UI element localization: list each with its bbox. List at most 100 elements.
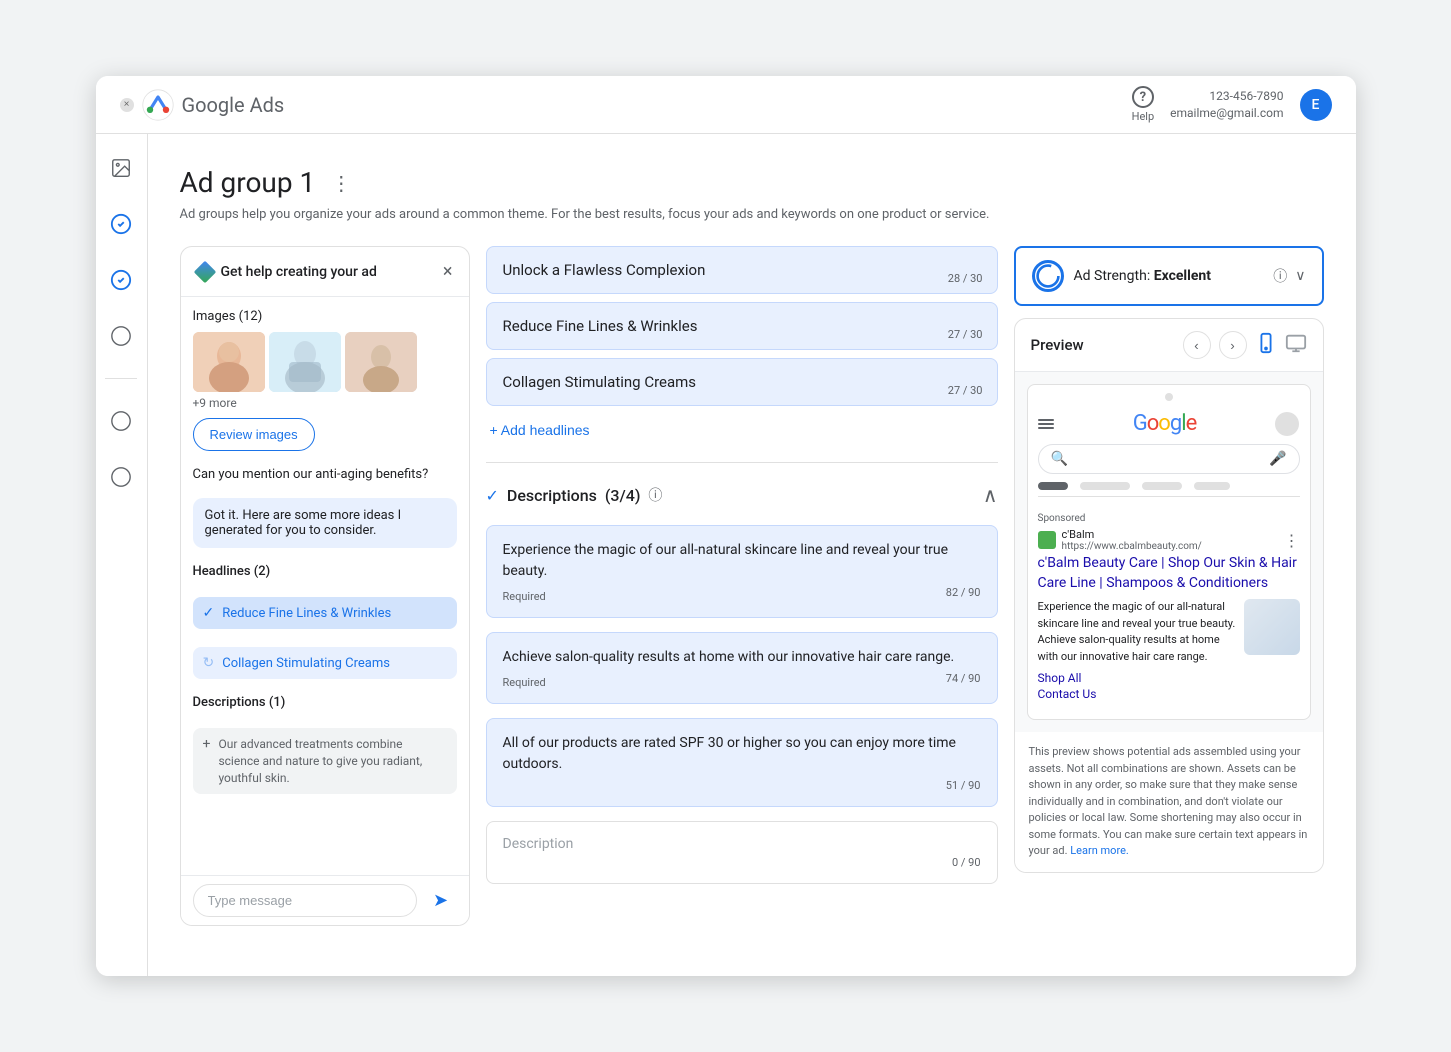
account-email: emailme@gmail.com bbox=[1170, 105, 1283, 122]
collapse-icon[interactable]: ∧ bbox=[983, 483, 998, 507]
ad-body-text: Experience the magic of our all-natural … bbox=[1038, 599, 1236, 665]
add-headline-button[interactable]: + Add headlines bbox=[486, 414, 998, 446]
descriptions-check-icon: ✓ bbox=[486, 486, 499, 505]
phone-frame: Google 🔍 🎤 bbox=[1027, 384, 1311, 720]
strength-value: Excellent bbox=[1154, 268, 1211, 284]
ad-thumbnail bbox=[1244, 599, 1300, 655]
desktop-device-icon[interactable] bbox=[1285, 332, 1307, 358]
three-column-layout: Get help creating your ad × Images (12) bbox=[180, 246, 1324, 976]
header-right: ? Help 123-456-7890 emailme@gmail.com E bbox=[1132, 86, 1332, 123]
preview-note-text: This preview shows potential ads assembl… bbox=[1029, 745, 1308, 857]
image-thumb-2 bbox=[269, 332, 341, 392]
account-phone: 123-456-7890 bbox=[1170, 88, 1283, 105]
ai-panel-header: Get help creating your ad × bbox=[181, 247, 469, 297]
middle-panel: Unlock a Flawless Complexion 28 / 30 Red… bbox=[486, 246, 998, 926]
preview-controls: ‹ › bbox=[1183, 331, 1307, 359]
google-user-circle bbox=[1275, 412, 1299, 436]
sponsored-label: Sponsored bbox=[1038, 513, 1300, 524]
google-nav: Google bbox=[1038, 407, 1300, 444]
desc-3-count: 51 / 90 bbox=[946, 779, 981, 792]
ai-headline-item-2[interactable]: ↻ Collagen Stimulating Creams bbox=[193, 647, 457, 679]
send-button[interactable]: ➤ bbox=[425, 885, 457, 917]
strength-circle bbox=[1032, 260, 1064, 292]
descriptions-info-icon[interactable]: ⓘ bbox=[648, 485, 662, 505]
headline-1-count: 28 / 30 bbox=[948, 272, 983, 285]
desc-2-label: Required bbox=[503, 676, 546, 689]
desc-field-2[interactable]: Achieve salon-quality results at home wi… bbox=[486, 632, 998, 704]
ai-question: Can you mention our anti-aging benefits? bbox=[193, 463, 457, 486]
right-panel: Ad Strength: Excellent ⓘ ∨ Preview bbox=[1014, 246, 1324, 976]
shop-all-link[interactable]: Shop All bbox=[1038, 671, 1300, 685]
desc-4-count: 0 / 90 bbox=[952, 856, 981, 869]
descriptions-title-row: ✓ Descriptions (3/4) ⓘ bbox=[486, 485, 663, 505]
more-options-icon[interactable]: ⋮ bbox=[327, 167, 355, 199]
more-images-text: +9 more bbox=[193, 396, 457, 410]
brand-info: c'Balm https://www.cbalmbeauty.com/ bbox=[1062, 528, 1202, 552]
account-info: 123-456-7890 emailme@gmail.com bbox=[1170, 88, 1283, 122]
page-header: Ad group 1 ⋮ bbox=[180, 166, 1324, 199]
strength-info-icon[interactable]: ⓘ bbox=[1273, 266, 1287, 286]
mobile-device-icon[interactable] bbox=[1255, 332, 1277, 358]
ai-message-input[interactable] bbox=[193, 884, 417, 917]
ai-headlines-label: Headlines (2) bbox=[193, 564, 457, 579]
account-avatar[interactable]: E bbox=[1300, 89, 1332, 121]
desc-1-text: Experience the magic of our all-natural … bbox=[503, 540, 981, 582]
headline-3-text: Collagen Stimulating Creams bbox=[503, 373, 697, 391]
headline-field-3[interactable]: Collagen Stimulating Creams 27 / 30 bbox=[486, 358, 998, 406]
desc-field-3[interactable]: All of our products are rated SPF 30 or … bbox=[486, 718, 998, 807]
ai-header-left: Get help creating your ad bbox=[197, 264, 377, 280]
ai-panel-close[interactable]: × bbox=[443, 261, 453, 282]
preview-prev-button[interactable]: ‹ bbox=[1183, 331, 1211, 359]
strength-right: ⓘ ∨ bbox=[1273, 266, 1305, 286]
ai-headline-item-1[interactable]: ✓ Reduce Fine Lines & Wrinkles bbox=[193, 597, 457, 629]
brand-url: https://www.cbalmbeauty.com/ bbox=[1062, 541, 1202, 552]
images-section: Images (12) bbox=[193, 309, 457, 451]
descriptions-count: (3/4) bbox=[605, 486, 641, 505]
headline-field-2[interactable]: Reduce Fine Lines & Wrinkles 27 / 30 bbox=[486, 302, 998, 350]
ai-panel-title: Get help creating your ad bbox=[221, 264, 377, 280]
sidebar-icon-circle1[interactable] bbox=[103, 318, 139, 354]
section-divider bbox=[486, 462, 998, 463]
sidebar-icon-check1[interactable] bbox=[103, 206, 139, 242]
preview-header: Preview ‹ › bbox=[1015, 319, 1323, 372]
strength-collapse-icon[interactable]: ∨ bbox=[1295, 268, 1305, 284]
ad-more-icon[interactable]: ⋮ bbox=[1284, 531, 1300, 550]
ai-icon bbox=[193, 260, 216, 283]
sidebar-icon-circle2[interactable] bbox=[103, 403, 139, 439]
desc-2-count: 74 / 90 bbox=[946, 672, 981, 689]
learn-more-link[interactable]: Learn more. bbox=[1070, 844, 1129, 857]
ad-brand-row: c'Balm https://www.cbalmbeauty.com/ ⋮ bbox=[1038, 528, 1300, 552]
preview-tabs bbox=[1038, 482, 1300, 497]
desc-1-count: 82 / 90 bbox=[946, 586, 981, 603]
ai-desc-text: Our advanced treatments combine science … bbox=[218, 736, 446, 786]
desc-3-text: All of our products are rated SPF 30 or … bbox=[503, 733, 981, 775]
main-layout: Ad group 1 ⋮ Ad groups help you organize… bbox=[96, 134, 1356, 976]
contact-us-link[interactable]: Contact Us bbox=[1038, 687, 1300, 701]
sidebar-icon-circle3[interactable] bbox=[103, 459, 139, 495]
ai-desc-item[interactable]: + Our advanced treatments combine scienc… bbox=[193, 728, 457, 794]
headline-2-text: Reduce Fine Lines & Wrinkles bbox=[503, 317, 698, 335]
review-images-button[interactable]: Review images bbox=[193, 418, 315, 451]
ad-headline-preview: c'Balm Beauty Care | Shop Our Skin & Hai… bbox=[1038, 554, 1300, 593]
desc-field-1[interactable]: Experience the magic of our all-natural … bbox=[486, 525, 998, 618]
add-desc-icon: + bbox=[203, 736, 211, 752]
page-description: Ad groups help you organize your ads aro… bbox=[180, 207, 1324, 222]
desc-1-label: Required bbox=[503, 590, 546, 603]
ai-headline-text-1: Reduce Fine Lines & Wrinkles bbox=[222, 606, 391, 621]
help-button[interactable]: ? Help bbox=[1132, 86, 1155, 123]
headline-2-count: 27 / 30 bbox=[948, 328, 983, 341]
app-header: × Google Ads ? Help 123-456-7890 emailme… bbox=[96, 76, 1356, 134]
desc-field-4[interactable]: Description 0 / 90 bbox=[486, 821, 998, 884]
google-ads-logo-icon bbox=[142, 89, 174, 121]
preview-search-icon: 🔍 bbox=[1051, 451, 1068, 467]
preview-next-button[interactable]: › bbox=[1219, 331, 1247, 359]
close-button[interactable]: × bbox=[120, 98, 134, 112]
brand-icon bbox=[1038, 531, 1056, 549]
headline-field-1[interactable]: Unlock a Flawless Complexion 28 / 30 bbox=[486, 246, 998, 294]
ai-input-row: ➤ bbox=[181, 875, 469, 925]
sidebar-icon-check2[interactable] bbox=[103, 262, 139, 298]
preview-mic-icon: 🎤 bbox=[1269, 451, 1286, 467]
headline-check-icon-2: ↻ bbox=[203, 655, 215, 671]
sidebar-icon-image[interactable] bbox=[103, 150, 139, 186]
headline-3-count: 27 / 30 bbox=[948, 384, 983, 397]
